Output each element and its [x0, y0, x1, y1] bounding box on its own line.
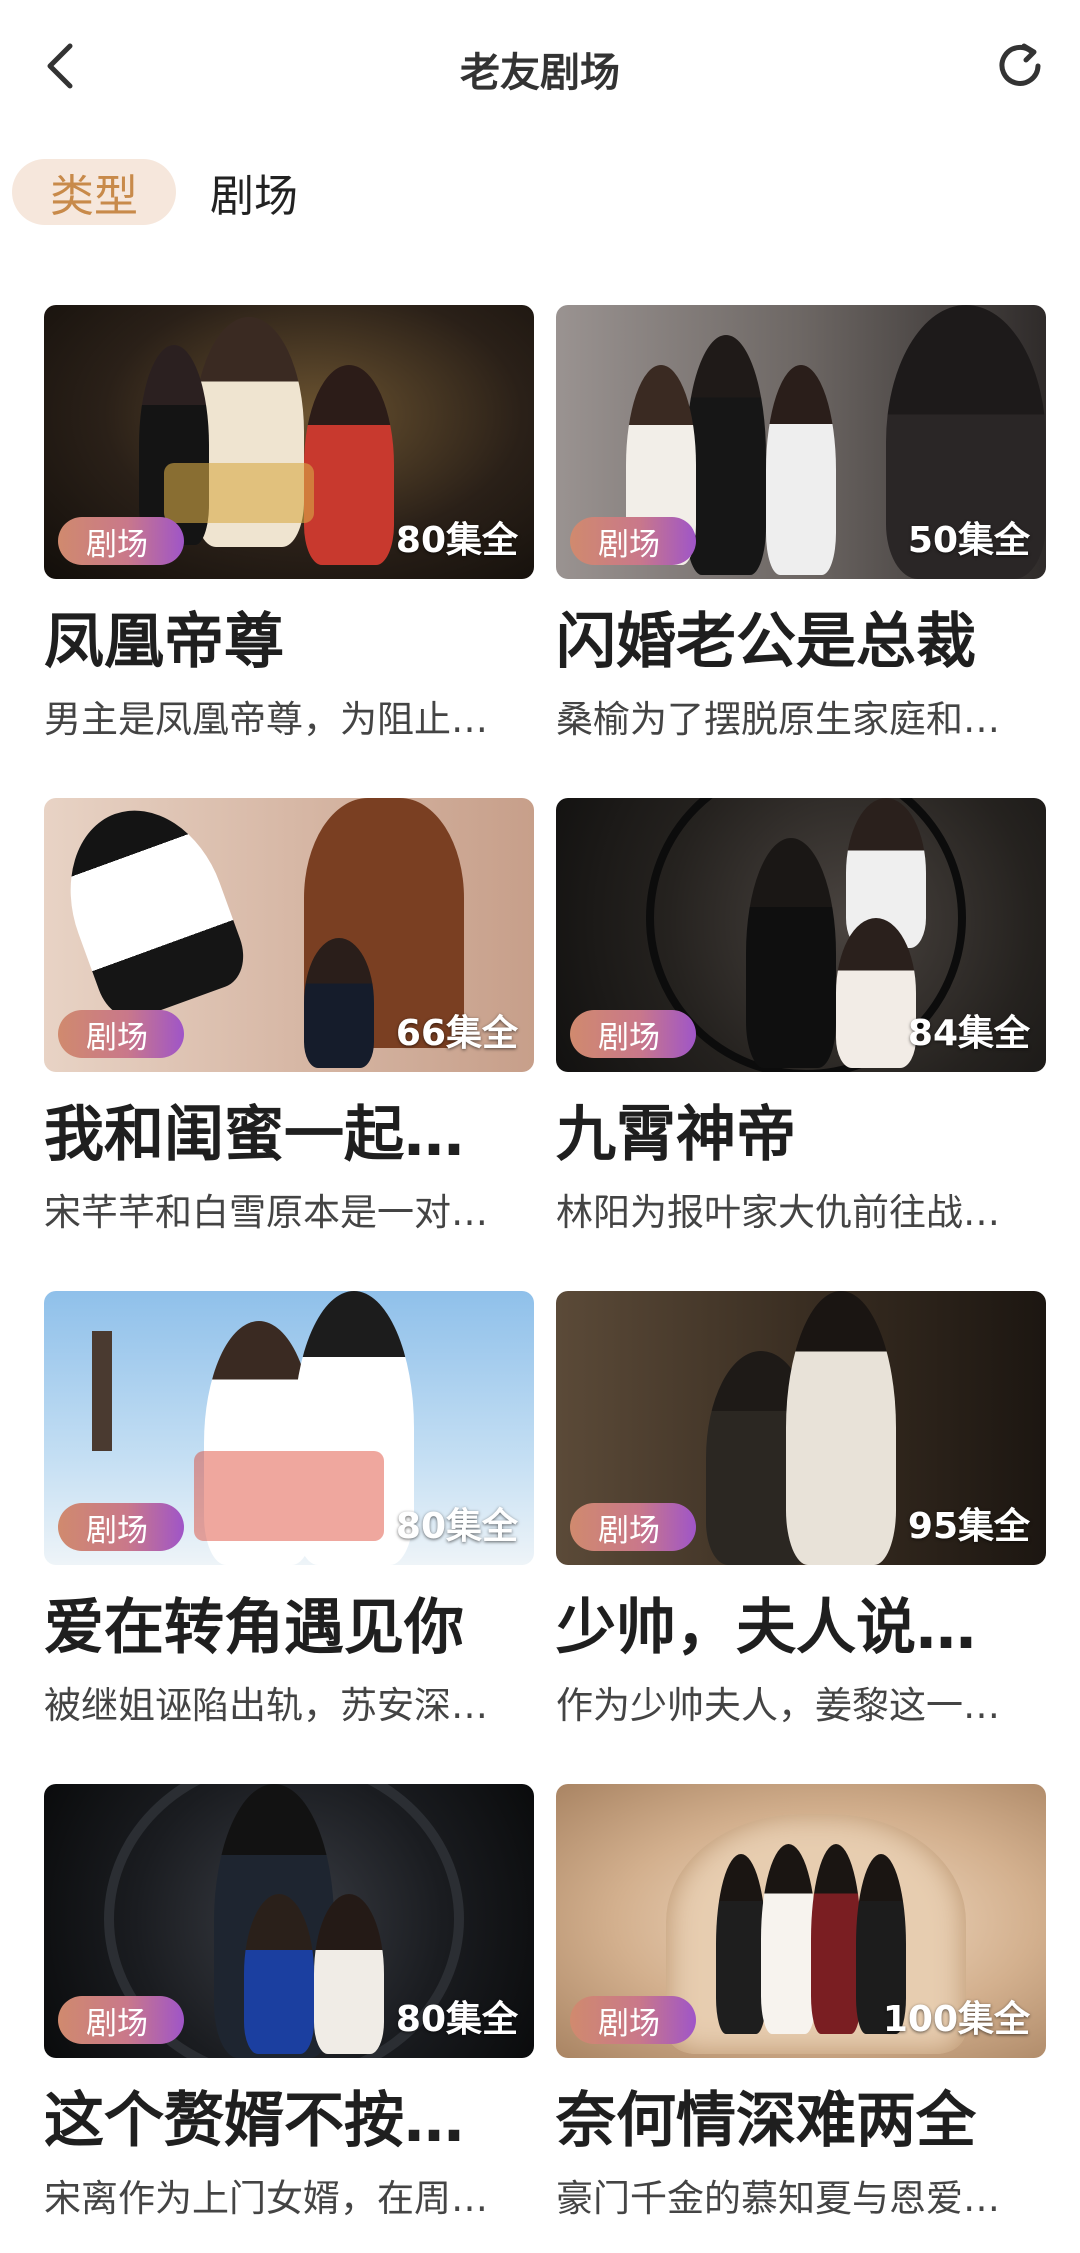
- category-badge: 剧场: [58, 517, 184, 565]
- drama-description: 宋芊芊和白雪原本是一对…: [44, 1191, 488, 1234]
- drama-poster: 剧场 80集全: [44, 1784, 534, 2058]
- episode-count: 80集全: [395, 520, 518, 561]
- episode-count: 66集全: [395, 1013, 518, 1054]
- drama-card[interactable]: 剧场 100集全 奈何情深难两全 豪门千金的慕知夏与恩爱…: [556, 1784, 1046, 2222]
- category-badge: 剧场: [58, 1010, 184, 1058]
- episode-count: 100集全: [882, 1999, 1030, 2040]
- drama-poster: 剧场 84集全: [556, 798, 1046, 1072]
- drama-card[interactable]: 剧场 50集全 闪婚老公是总裁 桑榆为了摆脱原生家庭和…: [556, 305, 1046, 743]
- tab-bar: 类型 剧场: [12, 158, 310, 226]
- refresh-button[interactable]: [990, 36, 1050, 96]
- drama-poster: 剧场 80集全: [44, 1291, 534, 1565]
- drama-description: 林阳为报叶家大仇前往战…: [556, 1191, 1000, 1234]
- drama-card[interactable]: 剧场 84集全 九霄神帝 林阳为报叶家大仇前往战…: [556, 798, 1046, 1236]
- drama-description: 被继姐诬陷出轨，苏安深…: [44, 1684, 488, 1727]
- drama-title: 少帅，夫人说…: [556, 1595, 976, 1661]
- drama-title: 九霄神帝: [556, 1102, 796, 1168]
- drama-description: 作为少帅夫人，姜黎这一…: [556, 1684, 1000, 1727]
- episode-count: 84集全: [907, 1013, 1030, 1054]
- tab-type[interactable]: 类型: [12, 159, 176, 225]
- drama-poster: 剧场 100集全: [556, 1784, 1046, 2058]
- category-badge: 剧场: [570, 1503, 696, 1551]
- drama-card[interactable]: 剧场 66集全 我和闺蜜一起… 宋芊芊和白雪原本是一对…: [44, 798, 534, 1236]
- drama-description: 豪门千金的慕知夏与恩爱…: [556, 2177, 1000, 2220]
- tab-theater[interactable]: 剧场: [198, 159, 310, 225]
- page-title: 老友剧场: [460, 50, 620, 96]
- drama-title: 我和闺蜜一起…: [44, 1102, 464, 1168]
- drama-card[interactable]: 剧场 80集全 凤凰帝尊 男主是凤凰帝尊，为阻止…: [44, 305, 534, 743]
- drama-description: 桑榆为了摆脱原生家庭和…: [556, 698, 1000, 741]
- category-badge: 剧场: [58, 1996, 184, 2044]
- category-badge: 剧场: [570, 517, 696, 565]
- drama-poster: 剧场 80集全: [44, 305, 534, 579]
- episode-count: 80集全: [395, 1506, 518, 1547]
- drama-poster: 剧场 95集全: [556, 1291, 1046, 1565]
- drama-title: 闪婚老公是总裁: [556, 609, 976, 675]
- drama-poster: 剧场 66集全: [44, 798, 534, 1072]
- episode-count: 80集全: [395, 1999, 518, 2040]
- drama-title: 奈何情深难两全: [556, 2088, 976, 2154]
- drama-description: 男主是凤凰帝尊，为阻止…: [44, 698, 488, 741]
- drama-title: 这个赘婿不按…: [44, 2088, 464, 2154]
- header-bar: 老友剧场: [0, 0, 1080, 140]
- drama-poster: 剧场 50集全: [556, 305, 1046, 579]
- drama-title: 爱在转角遇见你: [44, 1595, 464, 1661]
- refresh-icon: [999, 43, 1041, 86]
- episode-count: 95集全: [907, 1506, 1030, 1547]
- episode-count: 50集全: [907, 520, 1030, 561]
- drama-description: 宋离作为上门女婿，在周…: [44, 2177, 488, 2220]
- drama-title: 凤凰帝尊: [44, 609, 284, 675]
- drama-card[interactable]: 剧场 80集全 这个赘婿不按… 宋离作为上门女婿，在周…: [44, 1784, 534, 2222]
- drama-card[interactable]: 剧场 80集全 爱在转角遇见你 被继姐诬陷出轨，苏安深…: [44, 1291, 534, 1729]
- category-badge: 剧场: [570, 1010, 696, 1058]
- drama-card[interactable]: 剧场 95集全 少帅，夫人说… 作为少帅夫人，姜黎这一…: [556, 1291, 1046, 1729]
- category-badge: 剧场: [58, 1503, 184, 1551]
- category-badge: 剧场: [570, 1996, 696, 2044]
